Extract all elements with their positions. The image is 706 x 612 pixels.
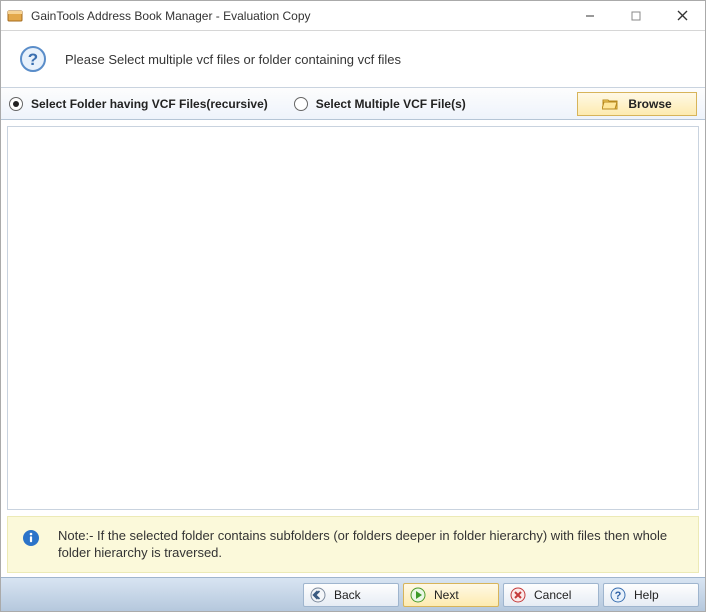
help-label: Help (634, 588, 659, 602)
note-bar: Note:- If the selected folder contains s… (7, 516, 699, 573)
nav-button-bar: Back Next Cancel (1, 577, 705, 611)
radio-label: Select Multiple VCF File(s) (316, 97, 466, 111)
radio-icon (9, 97, 23, 111)
info-icon (22, 529, 40, 547)
instruction-text: Please Select multiple vcf files or fold… (65, 52, 401, 67)
selection-options-row: Select Folder having VCF Files(recursive… (1, 88, 705, 120)
next-button[interactable]: Next (403, 583, 499, 607)
next-label: Next (434, 588, 459, 602)
app-icon (7, 8, 23, 24)
window-title: GainTools Address Book Manager - Evaluat… (31, 9, 567, 23)
question-icon: ? (19, 45, 47, 73)
minimize-button[interactable] (567, 1, 613, 31)
maximize-button[interactable] (613, 1, 659, 31)
help-button[interactable]: ? Help (603, 583, 699, 607)
back-label: Back (334, 588, 361, 602)
cancel-icon (510, 587, 526, 603)
file-list-area (7, 126, 699, 510)
svg-text:?: ? (28, 50, 38, 69)
instruction-header: ? Please Select multiple vcf files or fo… (1, 31, 705, 88)
svg-text:?: ? (615, 590, 622, 602)
app-window: GainTools Address Book Manager - Evaluat… (0, 0, 706, 612)
note-body: If the selected folder contains subfolde… (58, 528, 667, 561)
note-text: Note:- If the selected folder contains s… (58, 527, 684, 562)
play-icon (410, 587, 426, 603)
browse-label: Browse (628, 97, 671, 111)
radio-folder-recursive[interactable]: Select Folder having VCF Files(recursive… (9, 97, 268, 111)
help-icon: ? (610, 587, 626, 603)
back-arrow-icon (310, 587, 326, 603)
radio-label: Select Folder having VCF Files(recursive… (31, 97, 268, 111)
radio-icon (294, 97, 308, 111)
cancel-label: Cancel (534, 588, 571, 602)
folder-open-icon (602, 97, 618, 111)
close-button[interactable] (659, 1, 705, 31)
titlebar: GainTools Address Book Manager - Evaluat… (1, 1, 705, 31)
back-button[interactable]: Back (303, 583, 399, 607)
cancel-button[interactable]: Cancel (503, 583, 599, 607)
browse-button[interactable]: Browse (577, 92, 697, 116)
note-prefix: Note:- (58, 528, 97, 543)
radio-multiple-files[interactable]: Select Multiple VCF File(s) (294, 97, 466, 111)
